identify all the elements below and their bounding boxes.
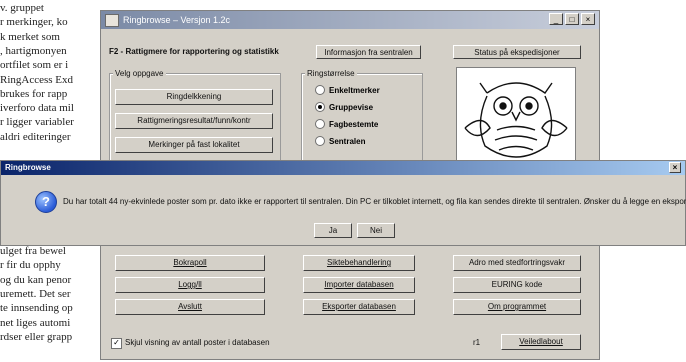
main-window-title: Ringbrowse – Versjon 1.2c [123,15,231,25]
exit-button[interactable]: Avslutt [115,299,265,315]
radio-dot[interactable] [315,136,325,146]
dialog-titlebar: Ringbrowse × [1,161,685,175]
radio-dot[interactable] [315,85,325,95]
maximize-button[interactable]: □ [565,13,579,25]
owl-logo [456,67,576,174]
hide-count-label: Skjul visning av antall poster i databas… [125,338,270,347]
main-titlebar: Ringbrowse – Versjon 1.2c _ □ × [101,11,599,29]
close-button[interactable]: × [581,13,595,25]
background-text-line: brukes for rapp [0,87,68,100]
background-text-line: v. gruppet [0,2,44,14]
background-text-line: ortfilet som er i [0,59,69,72]
page-heading: F2 - Rattigmere for rapportering og stat… [109,47,279,56]
background-text-line: ulget fra bewel [0,245,66,258]
background-text-line: RingAccess Exd [0,73,74,86]
background-text-line: r merkinger, ko [0,16,68,29]
radio-dot[interactable] [315,119,325,129]
radio-dot[interactable] [315,102,325,112]
background-text-line: r ligger variabler [0,116,74,129]
import-database-button[interactable]: Importer databasen [303,277,415,293]
background-text-line: rdser eller grapp [0,330,73,343]
background-text-line: k merket som [0,30,60,43]
results-button[interactable]: Rattigmeringsresultat/funn/kontr [115,113,273,129]
info-from-central-button[interactable]: Informasjon fra sentralen [316,45,421,59]
dialog-title: Ringbrowse [5,163,51,172]
radio-gruppevise[interactable]: Gruppevise [315,102,373,112]
no-button[interactable]: Nei [357,223,395,238]
footer-small-label: r1 [473,338,481,347]
radio-fagbestemte[interactable]: Fagbestemte [315,119,378,129]
background-text-line: te innsending op [0,302,73,315]
message-dialog: Ringbrowse × ? Du har totalt 44 ny-ekvin… [0,160,686,246]
yes-button[interactable]: Ja [314,223,352,238]
background-text-line: net liges automi [0,316,71,329]
background-text-line: iverforo data mil [0,102,74,115]
address-button[interactable]: Adro med stedfortringsvakr [453,255,581,271]
background-text-line: uremett. Det ser [0,288,71,300]
hide-count-checkbox[interactable]: ✓ [111,338,122,349]
app-icon [105,14,119,27]
log-button[interactable]: Logg/ll [115,277,265,293]
minimize-button[interactable]: _ [549,13,563,25]
background-text-line: og du kan penor [0,273,72,286]
owl-logo-icon [464,82,568,172]
dialog-close-icon[interactable]: × [669,162,681,173]
report-button[interactable]: Bokrapoll [115,255,265,271]
ring-size-label: Ringstørrelse [305,69,357,78]
about-program-button[interactable]: Om programmet [453,299,581,315]
guide-about-button[interactable]: Veiledlabout [501,334,581,350]
background-text-line: aldri editeringer [0,130,71,143]
fixed-locality-button[interactable]: Merkinger på fast lokalitet [115,137,273,153]
task-group-label: Velg oppgave [113,69,166,78]
radio-sentralen[interactable]: Sentralen [315,136,365,146]
euring-code-button[interactable]: EURING kode [453,277,581,293]
background-text-line: r fir du opphy [0,259,61,272]
radio-enkeltmerker[interactable]: Enkeltmerker [315,85,380,95]
ring-distribution-button[interactable]: Ringdelkkening [115,89,273,105]
dialog-message: Du har totalt 44 ny-ekvinlede poster som… [63,197,686,206]
export-database-button[interactable]: Eksporter databasen [303,299,415,315]
search-handling-button[interactable]: Siktebehandlering [303,255,415,271]
background-text-line: , hartigmonyen [0,44,67,57]
expedition-status-button[interactable]: Status på ekspedisjoner [453,45,581,59]
question-icon: ? [35,191,57,213]
